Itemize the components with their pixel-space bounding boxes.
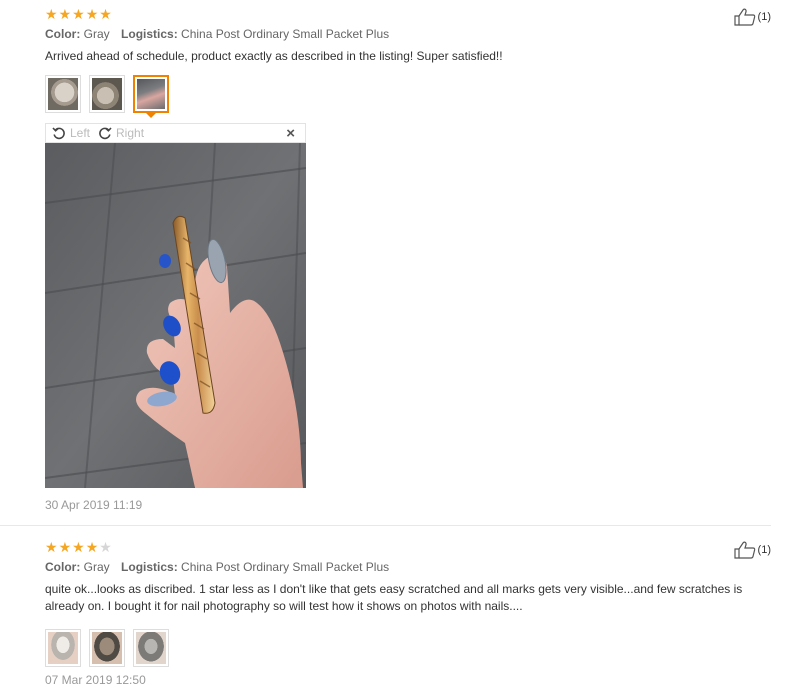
thumbs-up-icon [733, 541, 755, 559]
star-icon: ★ [58, 6, 72, 22]
rotate-left-label: Left [70, 126, 91, 140]
logistics-value: China Post Ordinary Small Packet Plus [181, 27, 390, 41]
photo-thumbnail[interactable] [133, 629, 169, 667]
color-label: Color: [45, 27, 81, 41]
review-item: ★ ★ ★ ★ ★ (1) Color: Gray Logistics: Chi… [45, 539, 771, 687]
star-icon: ★ [58, 539, 72, 555]
review-meta: Color: Gray Logistics: China Post Ordina… [45, 559, 771, 575]
review-photo-thumbnails [45, 629, 771, 667]
rotate-left-button[interactable]: Left [52, 126, 90, 140]
star-icon: ★ [45, 6, 58, 22]
rotate-right-label: Right [116, 126, 145, 140]
photo-thumbnail[interactable] [89, 75, 125, 113]
helpful-button[interactable]: (1) [733, 541, 771, 559]
photo-thumbnail-selected[interactable] [133, 75, 169, 113]
helpful-button[interactable]: (1) [733, 8, 771, 26]
review-text: quite ok...looks as discribed. 1 star le… [45, 582, 743, 613]
review-meta: Color: Gray Logistics: China Post Ordina… [45, 26, 771, 42]
star-icon: ★ [72, 6, 85, 22]
rotate-right-button[interactable]: Right [98, 126, 144, 140]
rotate-left-icon [52, 127, 65, 140]
color-value: Gray [83, 560, 110, 574]
star-icon: ★ [85, 6, 99, 22]
review-date: 07 Mar 2019 12:50 [45, 673, 146, 687]
rating-stars: ★ ★ ★ ★ ★ [45, 539, 771, 555]
photo-thumbnail[interactable] [45, 629, 81, 667]
review-divider [0, 525, 771, 526]
review-photo-thumbnails [45, 75, 771, 113]
review-date: 30 Apr 2019 11:19 [45, 498, 143, 512]
close-icon[interactable]: × [286, 126, 295, 141]
logistics-value: China Post Ordinary Small Packet Plus [181, 560, 390, 574]
review-photo-large [45, 143, 306, 488]
logistics-label: Logistics: [121, 560, 178, 574]
rating-stars: ★ ★ ★ ★ ★ [45, 6, 771, 22]
helpful-count: (1) [757, 544, 771, 556]
logistics-label: Logistics: [121, 27, 178, 41]
star-icon: ★ [99, 539, 112, 555]
photo-thumbnail[interactable] [45, 75, 81, 113]
photo-viewer-toolbar: Left Right × [45, 123, 306, 143]
review-item: ★ ★ ★ ★ ★ (1) Color: Gray Logistics: Chi… [45, 6, 771, 512]
star-icon: ★ [85, 539, 99, 555]
star-icon: ★ [72, 539, 85, 555]
photo-viewer: Left Right × [45, 123, 306, 488]
helpful-count: (1) [757, 11, 771, 23]
rotate-right-icon [99, 127, 112, 140]
photo-thumbnail[interactable] [89, 629, 125, 667]
review-text: Arrived ahead of schedule, product exact… [45, 49, 503, 63]
color-label: Color: [45, 560, 81, 574]
thumbs-up-icon [733, 8, 755, 26]
star-icon: ★ [45, 539, 58, 555]
color-value: Gray [83, 27, 110, 41]
star-icon: ★ [99, 6, 112, 22]
